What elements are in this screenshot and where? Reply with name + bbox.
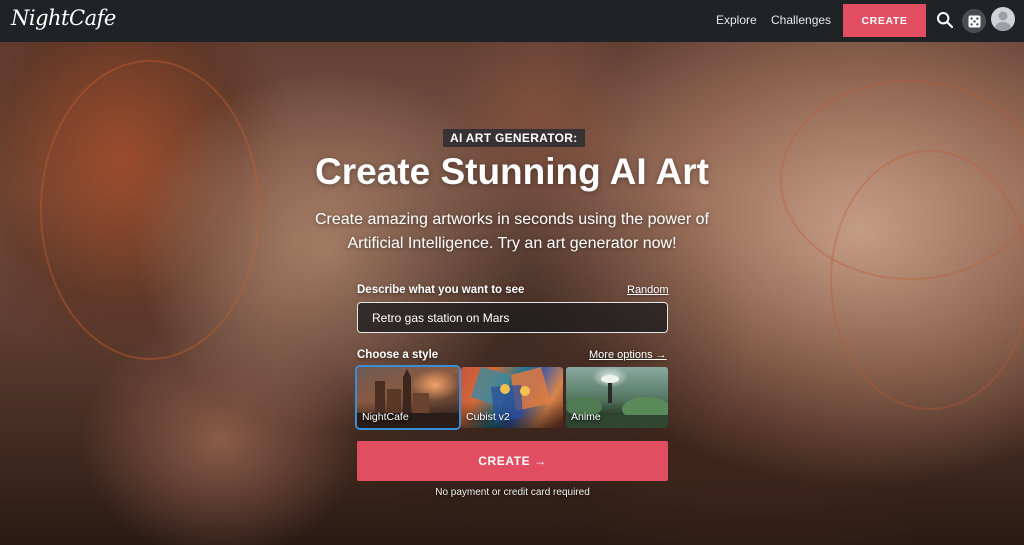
top-navbar: NightCafe Explore Challenges CREATE — [0, 0, 1024, 42]
style-label: Choose a style — [357, 349, 439, 361]
prompt-input[interactable] — [357, 302, 668, 333]
style-card-caption: Anime — [571, 411, 601, 423]
no-payment-note: No payment or credit card required — [435, 487, 590, 498]
hero-subtitle-line: Create amazing artworks in seconds using… — [315, 211, 709, 228]
hero-headline: Create Stunning AI Art — [315, 151, 709, 192]
nav-create-button[interactable]: CREATE — [843, 4, 926, 37]
hero-subtitle-line: Artificial Intelligence. Try an art gene… — [347, 235, 677, 252]
nightcafe-logo[interactable]: NightCafe — [11, 6, 116, 30]
style-card-anime[interactable]: Anime — [566, 367, 668, 428]
avatar[interactable] — [991, 7, 1015, 31]
hair-detail — [40, 60, 260, 360]
more-options-link[interactable]: More options → — [589, 349, 667, 361]
search-icon[interactable] — [936, 11, 954, 29]
prompt-label: Describe what you want to see — [357, 284, 525, 296]
create-art-button-label: CREATE → — [478, 454, 547, 468]
dice-icon[interactable] — [962, 9, 986, 33]
random-prompt-link[interactable]: Random — [627, 284, 669, 296]
nav-explore-link[interactable]: Explore — [716, 13, 757, 27]
style-card-caption: Cubist v2 — [466, 411, 510, 423]
style-card-nightcafe[interactable]: NightCafe — [355, 365, 461, 430]
nav-challenges-link[interactable]: Challenges — [771, 13, 831, 27]
style-card-caption: NightCafe — [362, 411, 409, 423]
hero-eyebrow-label: AI ART GENERATOR: — [443, 129, 585, 147]
hero-subtitle: Create amazing artworks in seconds using… — [262, 208, 762, 256]
style-card-cubist-v2[interactable]: Cubist v2 — [461, 367, 563, 428]
create-art-button[interactable]: CREATE → — [357, 441, 668, 481]
